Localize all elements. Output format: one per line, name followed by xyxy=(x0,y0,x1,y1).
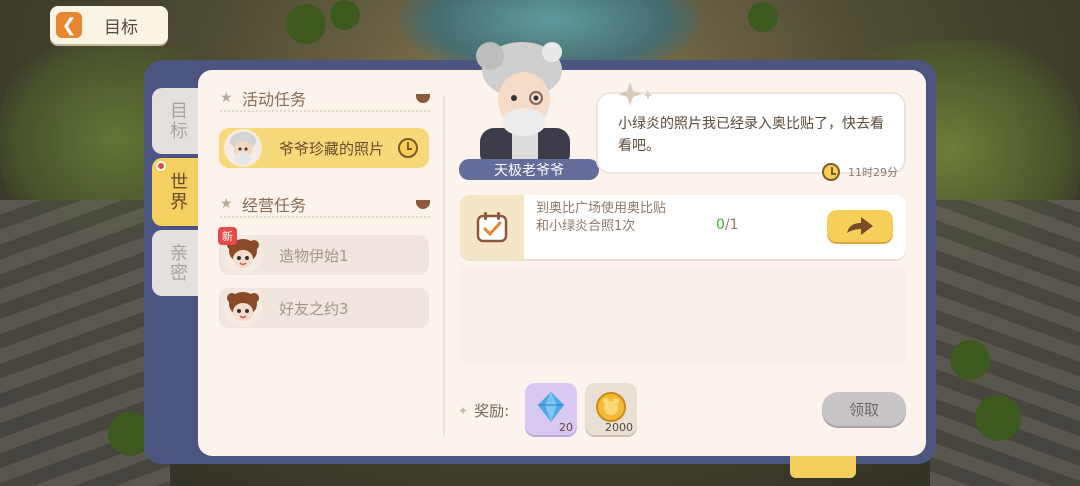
star-icon: ★ xyxy=(220,90,233,106)
activity-section-title: 活动任务 xyxy=(242,90,307,109)
girl-avatar xyxy=(223,288,263,328)
collapse-icon xyxy=(416,94,430,103)
grandpa-portrait xyxy=(460,38,590,168)
reward-label: ✦ 奖励: xyxy=(458,400,509,421)
tab-goal-label: 目标 xyxy=(167,101,188,141)
progress-current: 0 xyxy=(716,217,725,233)
claim-label: 领取 xyxy=(848,400,879,419)
tab-goal[interactable]: 目标 xyxy=(152,88,202,154)
crystal-icon xyxy=(538,392,564,422)
bottom-tab-decoration xyxy=(790,456,856,478)
sparkle-icon xyxy=(618,82,653,106)
bg-bush xyxy=(286,4,326,44)
quest-timer: 11时29分 xyxy=(822,163,898,181)
timer-clock-icon xyxy=(398,138,418,158)
new-badge: 新 xyxy=(218,227,237,245)
sparkle-icon: ✦ xyxy=(458,403,469,418)
reward-item-coin[interactable]: 2000 xyxy=(585,383,637,435)
npc-name: 天极老爷爷 xyxy=(459,159,599,180)
objective-progress: 0/1 xyxy=(716,217,739,233)
star-icon: ★ xyxy=(220,196,233,212)
tab-intimacy[interactable]: 亲密 xyxy=(152,230,202,296)
list-divider xyxy=(443,96,445,436)
collapse-icon xyxy=(416,200,430,209)
quest-label: 好友之约3 xyxy=(279,299,349,318)
quest-item-creation-start[interactable]: 造物伊始1 xyxy=(219,235,429,275)
reward-item-crystal[interactable]: 20 xyxy=(525,383,577,435)
reward-count: 2000 xyxy=(605,421,633,434)
bg-bush xyxy=(975,395,1021,441)
quest-item-friend-promise[interactable]: 好友之约3 xyxy=(219,288,429,328)
quest-label: 造物伊始1 xyxy=(279,246,349,265)
tab-intimacy-label: 亲密 xyxy=(167,243,188,283)
grandpa-avatar xyxy=(223,128,263,168)
back-button[interactable]: ❮ 目标 xyxy=(50,6,168,44)
go-button[interactable] xyxy=(827,210,893,242)
back-arrow-icon: ❮ xyxy=(56,12,82,38)
reward-count: 20 xyxy=(559,421,573,434)
clock-icon xyxy=(822,163,840,181)
bg-bush xyxy=(330,0,360,30)
notification-dot xyxy=(156,161,166,171)
quest-label: 爷爷珍藏的照片 xyxy=(279,139,385,158)
claim-button[interactable]: 领取 xyxy=(822,392,906,426)
dialog-text: 小绿炎的照片我已经录入奥比贴了，快去看看吧。 xyxy=(618,116,884,154)
business-section-title: 经营任务 xyxy=(242,196,307,215)
coin-icon xyxy=(596,392,626,422)
bg-stairs-right xyxy=(930,200,1080,486)
business-section-header[interactable]: ★ 经营任务 xyxy=(220,192,430,218)
tab-world-label: 世界 xyxy=(167,172,188,212)
reward-label-text: 奖励: xyxy=(474,402,510,420)
quest-item-grandpa-photo[interactable]: 爷爷珍藏的照片 xyxy=(219,128,429,168)
go-arrow-icon xyxy=(847,217,873,235)
back-label: 目标 xyxy=(104,17,138,38)
objective-icon-box xyxy=(460,195,524,259)
progress-total: 1 xyxy=(729,217,739,233)
bg-bush xyxy=(748,2,778,32)
timer-text: 11时29分 xyxy=(848,166,898,179)
objective-description: 到奥比广场使用奥比贴和小绿炎合照1次 xyxy=(536,201,667,234)
objective-list-area xyxy=(460,266,906,364)
activity-section-header[interactable]: ★ 活动任务 xyxy=(220,86,430,112)
calendar-check-icon xyxy=(476,212,508,243)
bg-bush xyxy=(950,340,990,380)
